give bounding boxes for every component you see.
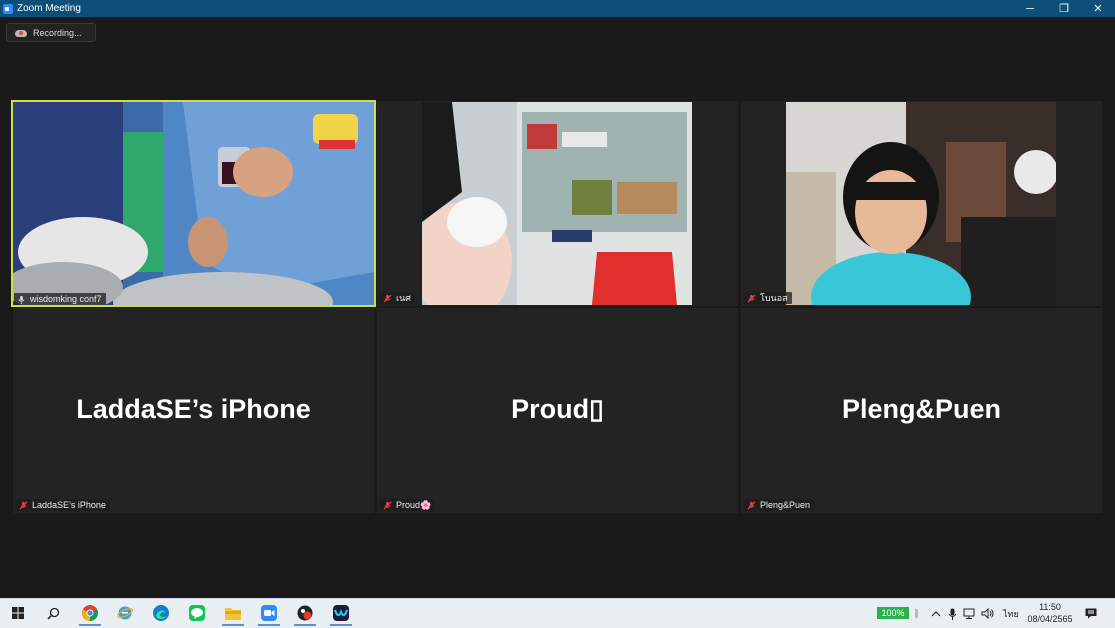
- video-tile-nes[interactable]: เนศ: [377, 101, 738, 306]
- participant-display-name: LaddaSE’s iPhone: [76, 394, 311, 424]
- video-tile-pleng-puen[interactable]: Pleng&Puen Pleng&Puen: [741, 308, 1102, 513]
- muted-microphone-icon: [747, 294, 756, 303]
- participant-name: เนศ: [396, 293, 411, 303]
- restore-button[interactable]: ❐: [1047, 0, 1081, 17]
- video-tile-bonos[interactable]: โบนอส: [741, 101, 1102, 306]
- taskbar-internet-explorer[interactable]: [110, 602, 140, 624]
- meeting-stage: Recording... wisdomking conf7 เนศ โบนอส …: [0, 17, 1115, 598]
- microphone-tray-icon[interactable]: [948, 599, 957, 628]
- video-tile-laddase-iphone[interactable]: LaddaSE’s iPhone LaddaSE’s iPhone: [13, 308, 374, 513]
- participant-name-tag: wisdomking conf7: [14, 293, 106, 305]
- windows-start-button[interactable]: [3, 602, 33, 624]
- muted-microphone-icon: [19, 501, 28, 510]
- volume-icon[interactable]: [981, 599, 994, 628]
- close-button[interactable]: ✕: [1081, 0, 1115, 17]
- camera-app-icon: [297, 605, 313, 621]
- clock-date: 08/04/2565: [1027, 614, 1073, 624]
- microphone-icon: [17, 295, 26, 304]
- taskbar-camera-app[interactable]: [290, 602, 320, 626]
- pen-icon[interactable]: [912, 599, 921, 628]
- window-title: Zoom Meeting: [17, 3, 81, 14]
- taskbar-line[interactable]: [182, 602, 212, 624]
- participant-name-tag: Pleng&Puen: [744, 499, 815, 511]
- participant-name-tag: Proud🌸: [380, 499, 436, 511]
- search-button[interactable]: [38, 602, 68, 624]
- video-tile-proud[interactable]: Proud▯ Proud🌸: [377, 308, 738, 513]
- muted-microphone-icon: [383, 501, 392, 510]
- zoom-app-icon: [3, 3, 13, 14]
- video-tile-wisdomking[interactable]: wisdomking conf7: [11, 100, 376, 307]
- taskbar-webex[interactable]: [326, 602, 356, 626]
- network-icon[interactable]: [963, 599, 976, 628]
- participant-name: wisdomking conf7: [30, 294, 102, 304]
- cloud-recording-icon: [15, 29, 27, 37]
- participant-display-name: Pleng&Puen: [841, 394, 1002, 424]
- show-hidden-icons-chevron-icon[interactable]: [931, 599, 941, 628]
- clock-time: 11:50: [1039, 602, 1061, 612]
- muted-microphone-icon: [747, 501, 756, 510]
- minimize-button[interactable]: ─: [1013, 0, 1047, 17]
- participant-video: [422, 102, 692, 305]
- windows-logo-icon: [12, 607, 24, 619]
- battery-indicator[interactable]: 100%: [877, 607, 909, 619]
- participant-name: Proud🌸: [396, 499, 432, 510]
- muted-microphone-icon: [383, 294, 392, 303]
- recording-indicator[interactable]: Recording...: [6, 23, 96, 42]
- recording-label: Recording...: [33, 27, 82, 38]
- taskbar-edge[interactable]: [146, 602, 176, 624]
- search-icon: [46, 607, 59, 620]
- taskbar-chrome[interactable]: [75, 602, 105, 626]
- taskbar-file-explorer[interactable]: [218, 602, 248, 626]
- participant-name: LaddaSE’s iPhone: [32, 500, 106, 510]
- participant-name: Pleng&Puen: [760, 500, 811, 510]
- participant-display-name: Proud▯: [511, 394, 604, 424]
- chrome-icon: [82, 605, 98, 621]
- taskbar-zoom[interactable]: [254, 602, 284, 626]
- participant-video: [13, 102, 374, 305]
- webex-icon: [333, 605, 349, 621]
- participant-name-tag: เนศ: [380, 292, 415, 304]
- notifications-icon[interactable]: [1085, 599, 1097, 628]
- internet-explorer-icon: [117, 606, 133, 620]
- participant-name: โบนอส: [760, 293, 788, 303]
- participant-video: [786, 102, 1056, 305]
- participant-name-tag: LaddaSE’s iPhone: [16, 499, 110, 511]
- zoom-icon: [261, 605, 277, 621]
- input-language[interactable]: ไทย: [1003, 599, 1019, 628]
- line-icon: [189, 605, 205, 621]
- participant-name-tag: โบนอส: [744, 292, 792, 304]
- window-titlebar: Zoom Meeting ─ ❐ ✕: [0, 0, 1115, 17]
- edge-icon: [153, 605, 169, 621]
- windows-taskbar: 100% ไทย 11:50 08/04/2565: [0, 598, 1115, 628]
- folder-icon: [225, 608, 241, 620]
- taskbar-clock[interactable]: 11:50 08/04/2565: [1022, 601, 1078, 625]
